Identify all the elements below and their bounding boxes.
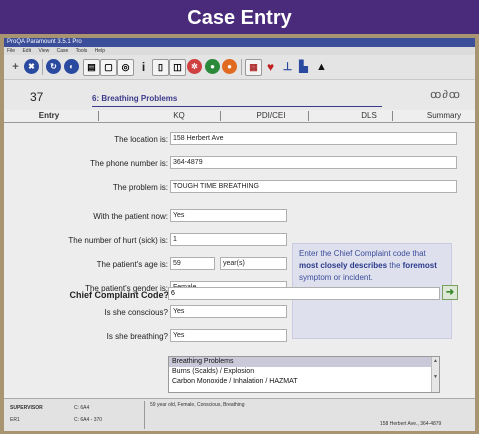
- menu-help[interactable]: Help: [95, 48, 105, 54]
- status-divider: [144, 401, 145, 429]
- case-number: 37: [30, 90, 44, 104]
- title-underline: [92, 106, 382, 107]
- phone-label: The phone number is:: [90, 159, 168, 168]
- window-titlebar: ProQA Paramount 3.5.1 Pro: [4, 38, 475, 47]
- menu-file[interactable]: File: [7, 48, 15, 54]
- document-icon[interactable]: ▤: [83, 59, 100, 76]
- status-unit: ER1: [10, 417, 20, 423]
- location-label: The location is:: [114, 135, 168, 144]
- toolbar: + ✖ ↻ ◐ ▤ ▢ ◎ i ▯ ◫ ✲ ● ● ▦ ♥ ⊥ ▙ ▲: [4, 55, 475, 80]
- status-role: SUPERVISOR: [10, 405, 43, 411]
- status-address: 158 Herbert Ave., 364-4879: [380, 421, 442, 427]
- plus-icon[interactable]: +: [8, 59, 23, 74]
- stop-icon[interactable]: ✖: [24, 59, 39, 74]
- case-header: 37 6: Breathing Problems ꝏ∂ꝏ: [4, 80, 475, 110]
- num-hurt-field[interactable]: 1: [170, 233, 287, 246]
- go-icon[interactable]: ●: [205, 59, 220, 74]
- chief-complaint-list[interactable]: Breathing Problems Burns (Scalds) / Expl…: [168, 356, 440, 393]
- tab-separator: [392, 111, 393, 121]
- tab-separator: [220, 111, 221, 121]
- status-unit-value: C: 6A4 - 370: [74, 417, 103, 423]
- chief-complaint-label: Chief Complaint Code?: [69, 290, 170, 300]
- tab-summary[interactable]: Summary: [414, 110, 474, 122]
- logo-icon: ꝏ∂ꝏ: [430, 89, 461, 101]
- calendar-icon[interactable]: ▦: [245, 59, 262, 76]
- tab-kq[interactable]: KQ: [154, 110, 204, 122]
- menu-bar: File Edit View Case Tools Help: [4, 47, 475, 55]
- list-item[interactable]: Breathing Problems: [169, 357, 439, 367]
- age-unit-select[interactable]: year(s): [220, 257, 287, 270]
- heart-icon[interactable]: ♥: [263, 59, 278, 74]
- circle-icon[interactable]: ◐: [64, 59, 79, 74]
- location-field[interactable]: 158 Herbert Ave: [170, 132, 457, 145]
- toolbar-separator: [241, 59, 242, 75]
- tab-separator: [98, 111, 99, 121]
- num-hurt-label: The number of hurt (sick) is:: [68, 236, 168, 245]
- chart-icon[interactable]: ▙: [296, 59, 311, 74]
- banner-title: Case Entry: [0, 0, 479, 34]
- tab-strip: Entry KQ PDI/CEI DLS Summary: [4, 110, 475, 123]
- menu-view[interactable]: View: [38, 48, 49, 54]
- phone-field[interactable]: 364-4879: [170, 156, 457, 169]
- breathing-label: Is she breathing?: [106, 332, 168, 341]
- age-label: The patient's age is:: [96, 260, 168, 269]
- split-icon[interactable]: ◫: [169, 59, 186, 76]
- list-item[interactable]: Carbon Monoxide / Inhalation / HAZMAT: [169, 377, 439, 387]
- record-icon[interactable]: ●: [222, 59, 237, 74]
- problem-label: The problem is:: [112, 183, 168, 192]
- warning-icon[interactable]: ▲: [314, 59, 329, 74]
- status-role-value: C: 6A4: [74, 405, 90, 411]
- menu-edit[interactable]: Edit: [22, 48, 31, 54]
- status-bar: SUPERVISOR C: 6A4 ER1 C: 6A4 - 370 59 ye…: [4, 398, 475, 431]
- tab-separator: [308, 111, 309, 121]
- status-summary: 59 year old, Female, Conscious, Breathin…: [150, 402, 245, 408]
- hint-emphasis: most closely describes: [299, 261, 388, 270]
- case-title: 6: Breathing Problems: [92, 94, 178, 103]
- entry-form: The location is: 158 Herbert Ave The pho…: [4, 124, 475, 394]
- tab-entry[interactable]: Entry: [24, 110, 74, 122]
- problem-field[interactable]: TOUGH TIME BREATHING: [170, 180, 457, 193]
- conscious-field[interactable]: Yes: [170, 305, 287, 318]
- breathing-field[interactable]: Yes: [170, 329, 287, 342]
- chief-complaint-field[interactable]: 6: [168, 287, 440, 300]
- list-scrollbar[interactable]: ▲ ▼: [431, 357, 439, 392]
- hint-text: Enter the Chief Complaint code that: [299, 249, 426, 258]
- menu-tools[interactable]: Tools: [76, 48, 88, 54]
- tab-dls[interactable]: DLS: [314, 110, 424, 122]
- with-patient-field[interactable]: Yes: [170, 209, 287, 222]
- hazard-icon[interactable]: ✲: [187, 59, 202, 74]
- page-icon[interactable]: ▢: [100, 59, 117, 76]
- go-arrow-button[interactable]: ➜: [442, 285, 458, 300]
- hint-text: symptom or incident.: [299, 273, 373, 282]
- conscious-label: Is she conscious?: [104, 308, 168, 317]
- with-patient-label: With the patient now:: [93, 212, 168, 221]
- list-item[interactable]: Burns (Scalds) / Explosion: [169, 367, 439, 377]
- info-icon[interactable]: i: [136, 59, 151, 74]
- hint-text: the: [389, 261, 401, 270]
- hint-emphasis: foremost: [402, 261, 437, 270]
- rotate-icon[interactable]: ↻: [46, 59, 61, 74]
- app-window: ProQA Paramount 3.5.1 Pro File Edit View…: [4, 38, 475, 431]
- dispatch-icon[interactable]: ▯: [152, 59, 169, 76]
- tab-pdi-cei[interactable]: PDI/CEI: [236, 110, 306, 122]
- age-field[interactable]: 59: [170, 257, 215, 270]
- menu-case[interactable]: Case: [57, 48, 69, 54]
- arrow-down-icon[interactable]: ⊥: [280, 59, 295, 74]
- toolbar-separator: [42, 59, 43, 75]
- target-icon[interactable]: ◎: [117, 59, 134, 76]
